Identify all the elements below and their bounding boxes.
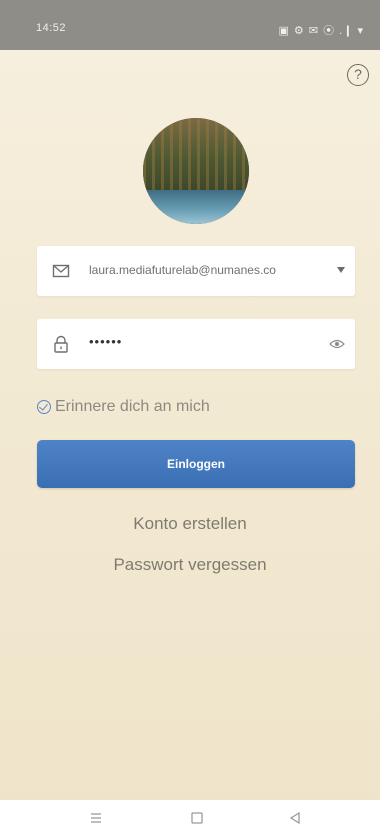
chevron-down-icon[interactable] [337, 267, 345, 273]
remember-me-checkbox[interactable] [37, 400, 51, 414]
avatar-lake [143, 190, 249, 224]
status-bar: 14:52 ▣ ⚙ ✉ ⦿ .❙ ▾ [0, 0, 380, 50]
lock-icon [54, 335, 68, 353]
create-account-link[interactable]: Konto erstellen [0, 514, 380, 534]
remember-me-label[interactable]: Erinnere dich an mich [55, 398, 210, 416]
eye-icon[interactable] [329, 337, 345, 351]
forgot-password-link[interactable]: Passwort vergessen [0, 555, 380, 575]
navigation-bar [0, 800, 380, 837]
email-value[interactable]: laura.mediafuturelab@numanes.co [89, 263, 276, 277]
back-triangle-icon[interactable] [284, 809, 306, 827]
status-time: 14:52 [36, 22, 67, 34]
avatar-forest [143, 118, 249, 193]
login-screen: 14:52 ▣ ⚙ ✉ ⦿ .❙ ▾ ? laura.mediafuturela… [0, 0, 380, 837]
menu-icon[interactable] [85, 809, 107, 827]
email-field[interactable]: laura.mediafuturelab@numanes.co [37, 246, 355, 296]
status-icons: ▣ ⚙ ✉ ⦿ .❙ ▾ [278, 25, 364, 37]
remember-me-row[interactable]: Erinnere dich an mich [37, 395, 210, 419]
login-button[interactable]: Einloggen [37, 440, 355, 488]
password-field[interactable]: •••••• [37, 319, 355, 369]
password-value[interactable]: •••••• [89, 334, 122, 349]
mail-icon [52, 264, 70, 278]
home-square-icon[interactable] [186, 809, 208, 827]
avatar [143, 118, 249, 224]
help-icon[interactable]: ? [347, 64, 369, 86]
